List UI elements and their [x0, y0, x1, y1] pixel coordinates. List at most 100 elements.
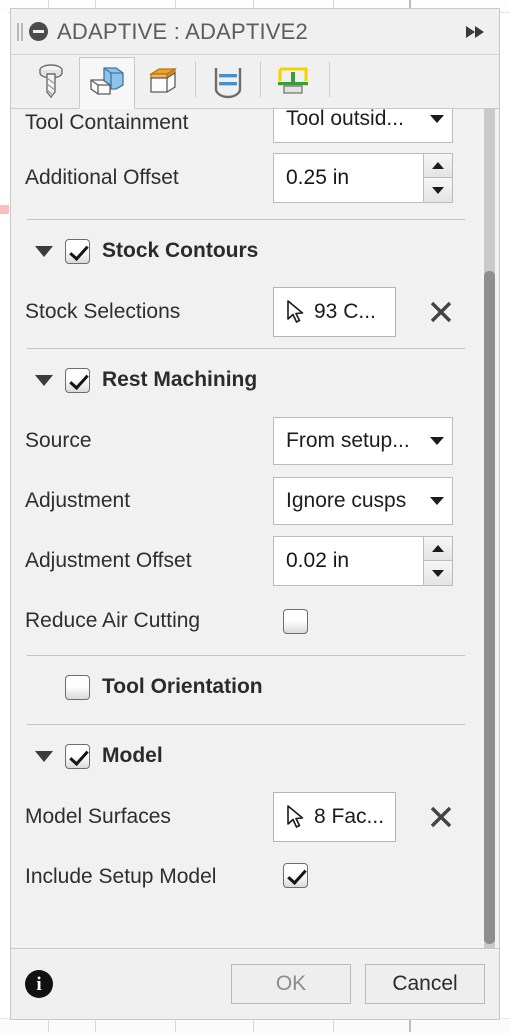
model-surfaces-picker[interactable]: 8 Fac...	[273, 792, 396, 842]
rest-machining-checkbox[interactable]	[65, 368, 90, 393]
background-left-edge	[0, 12, 8, 1018]
background-divider	[333, 1019, 334, 1032]
adjustment-offset-input[interactable]: 0.02 in	[273, 536, 423, 586]
tab-linking[interactable]	[265, 56, 321, 108]
chevron-down-icon	[430, 497, 444, 505]
tab-passes[interactable]	[200, 56, 256, 108]
clear-stock-selections-button[interactable]	[427, 298, 455, 326]
dialog-title: ADAPTIVE : ADAPTIVE2	[57, 19, 463, 45]
tab-separator	[329, 61, 330, 97]
row-stock-selections: Stock Selections 93 C...	[25, 282, 467, 342]
collapse-circle-icon[interactable]	[29, 22, 48, 41]
linking-icon	[273, 64, 313, 100]
background-divider	[253, 1019, 254, 1032]
include-setup-model-checkbox[interactable]	[283, 863, 308, 888]
stepper-up-button[interactable]	[423, 153, 453, 178]
adaptive-settings-dialog: ADAPTIVE : ADAPTIVE2	[10, 8, 500, 1020]
selection-count-label: 93 C...	[314, 300, 376, 324]
chevron-down-icon	[430, 115, 444, 123]
close-icon	[428, 804, 454, 830]
row-label: Adjustment Offset	[25, 549, 192, 573]
row-additional-offset: Additional Offset 0.25 in	[25, 147, 467, 209]
row-label: Reduce Air Cutting	[25, 609, 200, 633]
row-label: Stock Selections	[25, 300, 180, 324]
reduce-air-cutting-checkbox[interactable]	[283, 609, 308, 634]
passes-icon	[208, 64, 248, 100]
stepper-buttons[interactable]	[423, 153, 453, 203]
background-divider	[175, 1019, 176, 1032]
selection-count-label: 8 Fac...	[314, 805, 384, 829]
vertical-scrollbar[interactable]	[481, 109, 497, 948]
stock-contours-checkbox[interactable]	[65, 239, 90, 264]
dialog-scroll-area: Tool Containment Tool outsid... Addition…	[11, 109, 499, 949]
tool-containment-dropdown[interactable]: Tool outsid...	[273, 109, 453, 143]
background-divider	[48, 1019, 49, 1032]
row-label: Include Setup Model	[25, 865, 216, 889]
row-label: Additional Offset	[25, 166, 179, 190]
expand-triangle-icon[interactable]	[35, 246, 53, 257]
row-source: Source From setup...	[25, 411, 467, 471]
heights-cube-icon	[143, 64, 183, 100]
group-header-tool-orientation[interactable]: Tool Orientation	[25, 656, 467, 718]
background-divider	[95, 1019, 96, 1032]
dialog-titlebar[interactable]: ADAPTIVE : ADAPTIVE2	[11, 9, 499, 55]
stock-selections-picker[interactable]: 93 C...	[273, 287, 396, 337]
group-header-stock-contours[interactable]: Stock Contours	[25, 220, 467, 282]
group-title: Stock Contours	[102, 239, 258, 263]
group-title: Rest Machining	[102, 368, 257, 392]
ok-button[interactable]: OK	[231, 964, 351, 1004]
triangle-down-icon	[432, 187, 444, 194]
background-toolbar-bottom	[0, 1018, 510, 1033]
group-header-rest-machining[interactable]: Rest Machining	[25, 349, 467, 411]
background-highlight-stripe	[0, 205, 9, 214]
cursor-arrow-icon	[286, 300, 306, 324]
triangle-down-icon	[432, 570, 444, 577]
cancel-button[interactable]: Cancel	[365, 964, 485, 1004]
expand-triangle-icon[interactable]	[35, 375, 53, 386]
background-divider	[409, 1019, 411, 1032]
stepper-down-button[interactable]	[423, 178, 453, 203]
tab-tool[interactable]	[23, 56, 79, 108]
triangle-up-icon	[432, 162, 444, 169]
scrollbar-thumb[interactable]	[484, 271, 495, 944]
dropdown-value: Ignore cusps	[286, 489, 428, 513]
additional-offset-input[interactable]: 0.25 in	[273, 153, 423, 203]
row-include-setup-model: Include Setup Model	[25, 847, 467, 907]
row-label: Model Surfaces	[25, 805, 171, 829]
tool-orientation-checkbox[interactable]	[65, 675, 90, 700]
tab-heights[interactable]	[135, 56, 191, 108]
group-title: Tool Orientation	[102, 675, 263, 699]
clear-model-surfaces-button[interactable]	[427, 803, 455, 831]
stepper-buttons[interactable]	[423, 536, 453, 586]
geometry-cube-icon	[87, 64, 127, 102]
settings-content: Tool Containment Tool outsid... Addition…	[11, 109, 481, 948]
fast-forward-icon[interactable]	[463, 21, 489, 43]
row-reduce-air-cutting: Reduce Air Cutting	[25, 591, 467, 651]
triangle-up-icon	[432, 545, 444, 552]
drag-grip-icon[interactable]	[17, 22, 25, 42]
info-icon[interactable]: i	[25, 970, 53, 998]
group-header-model[interactable]: Model	[25, 725, 467, 787]
expand-triangle-icon[interactable]	[35, 751, 53, 762]
adjustment-dropdown[interactable]: Ignore cusps	[273, 477, 453, 525]
row-tool-containment: Tool Containment Tool outsid...	[25, 109, 467, 147]
model-checkbox[interactable]	[65, 744, 90, 769]
dropdown-value: From setup...	[286, 429, 428, 453]
dialog-tabstrip[interactable]	[11, 55, 499, 109]
endmill-tool-icon	[34, 62, 68, 102]
dropdown-value: Tool outsid...	[286, 109, 428, 131]
adjustment-offset-stepper[interactable]: 0.02 in	[273, 536, 453, 586]
stepper-down-button[interactable]	[423, 561, 453, 586]
tab-separator	[195, 61, 196, 97]
row-label: Tool Containment	[25, 111, 188, 135]
source-dropdown[interactable]: From setup...	[273, 417, 453, 465]
row-adjustment: Adjustment Ignore cusps	[25, 471, 467, 531]
additional-offset-stepper[interactable]: 0.25 in	[273, 153, 453, 203]
row-label: Adjustment	[25, 489, 130, 513]
tab-geometry[interactable]	[79, 57, 135, 109]
row-model-surfaces: Model Surfaces 8 Fac...	[25, 787, 467, 847]
dialog-footer: i OK Cancel	[11, 949, 499, 1019]
chevron-down-icon	[430, 437, 444, 445]
stepper-up-button[interactable]	[423, 536, 453, 561]
row-adjustment-offset: Adjustment Offset 0.02 in	[25, 531, 467, 591]
